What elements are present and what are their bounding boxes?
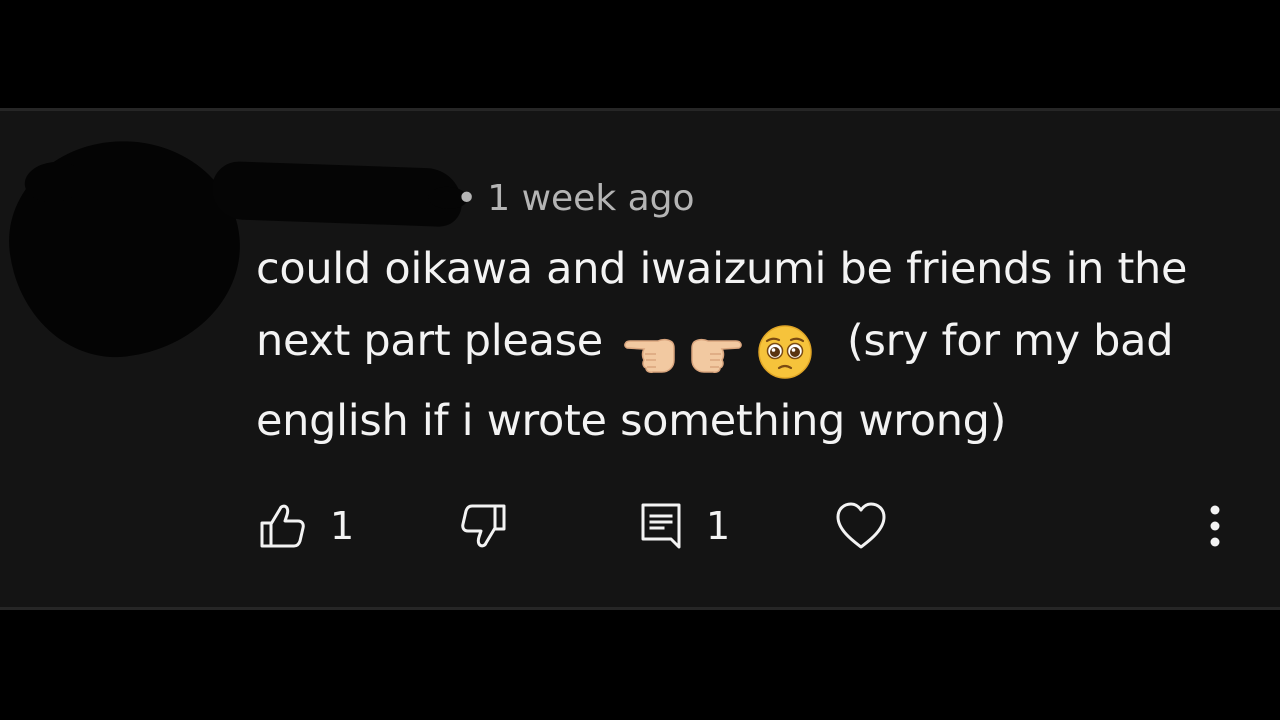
heart-button[interactable] [834,491,888,561]
comment-icon [641,503,681,549]
comment-card: • 1 week ago could oikawa and iwaizumi be… [0,108,1280,610]
reply-button[interactable]: 1 [638,491,730,561]
thumbs-down-icon [461,504,506,548]
reply-count: 1 [706,504,731,548]
comment-actions: 1 1 [0,491,1280,561]
comment-meta: • 1 week ago [456,177,695,221]
pleading-face-emoji-icon [758,324,812,379]
pointing-right-emoji-icon [690,338,742,373]
more-vert-icon [1210,505,1220,547]
dislike-button[interactable] [458,491,508,561]
redacted-username [211,160,463,228]
redacted-avatar [0,129,251,368]
meta-separator: • [456,178,478,219]
thumbs-up-icon [260,504,305,548]
more-options-button[interactable] [1205,491,1225,561]
comment-timestamp: 1 week ago [487,178,695,219]
heart-icon [836,502,886,549]
emoji-group [622,313,813,385]
like-button[interactable]: 1 [258,491,354,561]
like-count: 1 [330,504,355,548]
pointing-left-emoji-icon [624,338,676,373]
comment-body: could oikawa and iwaizumi be friends in … [256,233,1246,457]
